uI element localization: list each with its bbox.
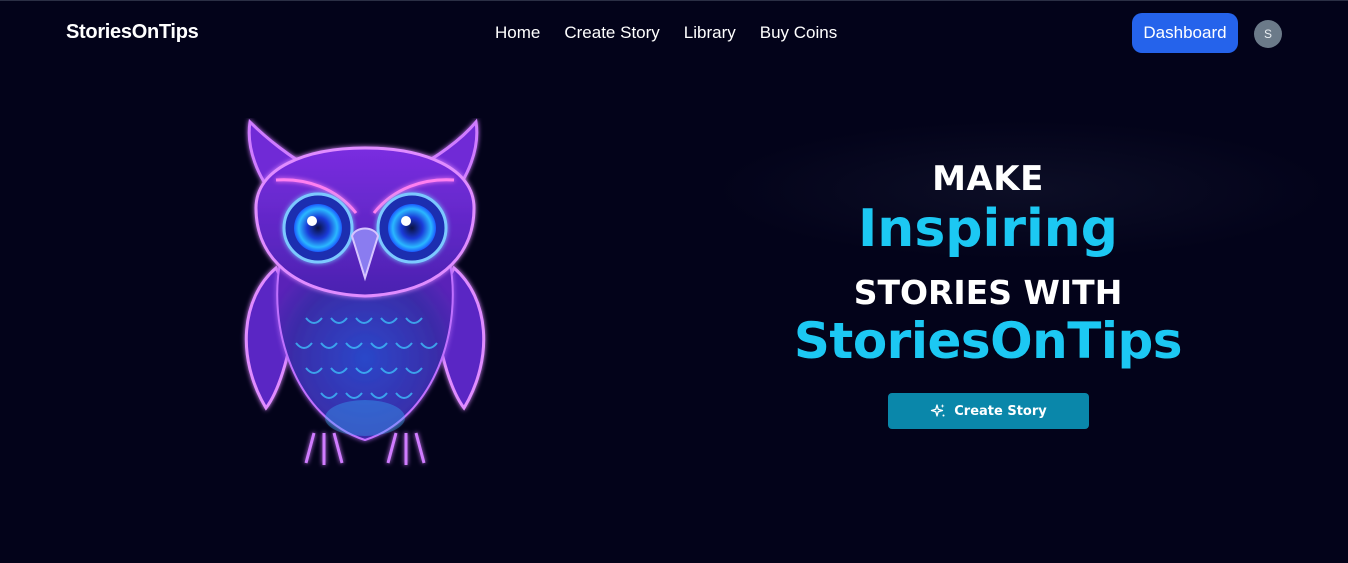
headline-make: MAKE	[932, 159, 1044, 199]
create-story-button[interactable]: Create Story	[888, 393, 1089, 429]
create-story-label: Create Story	[954, 403, 1047, 419]
main-nav: Home Create Story Library Buy Coins	[495, 23, 837, 43]
headline-inspiring: Inspiring	[857, 199, 1119, 259]
nav-buy-coins[interactable]: Buy Coins	[760, 23, 837, 43]
headline-brand: StoriesOnTips	[793, 312, 1183, 370]
nav-library[interactable]: Library	[684, 23, 736, 43]
brand-logo[interactable]: StoriesOnTips	[66, 21, 199, 44]
nav-create-story[interactable]: Create Story	[564, 23, 659, 43]
hero-headline: MAKE Inspiring STORIES WITH StoriesOnTip…	[780, 158, 1196, 370]
sparkles-icon	[931, 404, 945, 417]
dashboard-button[interactable]: Dashboard	[1132, 13, 1238, 53]
headline-stories-with: STORIES WITH	[853, 273, 1123, 312]
owl-illustration	[244, 118, 486, 465]
nav-home[interactable]: Home	[495, 23, 540, 43]
avatar[interactable]: S	[1254, 20, 1282, 48]
site-header: StoriesOnTips Home Create Story Library …	[0, 0, 1348, 66]
